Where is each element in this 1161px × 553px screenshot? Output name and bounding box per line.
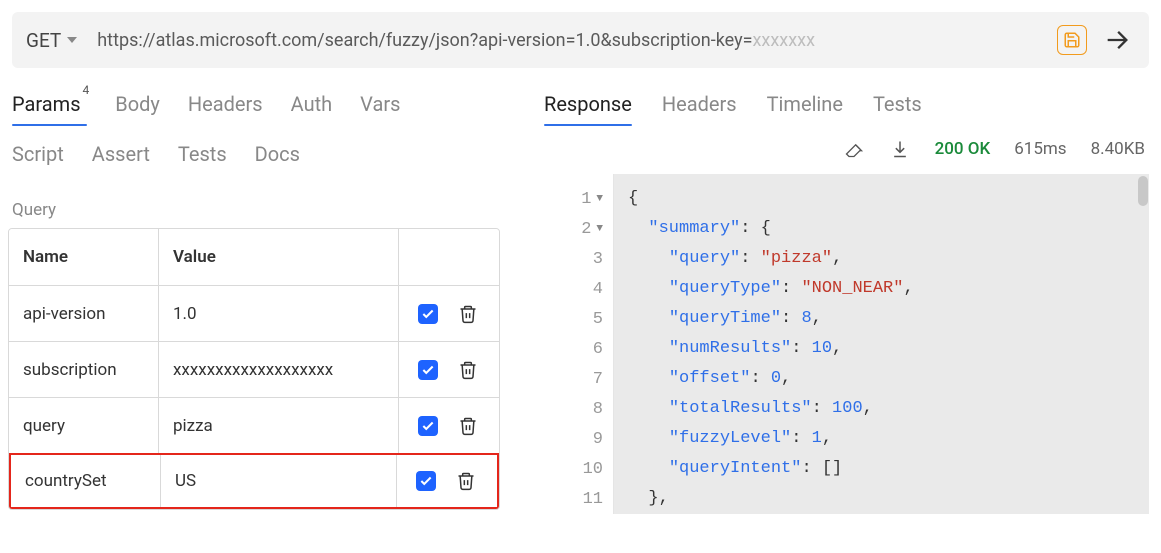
tab-docs[interactable]: Docs: [255, 142, 300, 174]
response-meta: 200 OK 615ms 8.40KB: [843, 138, 1145, 160]
header-value: Value: [159, 229, 399, 285]
method-selector[interactable]: GET: [26, 29, 85, 52]
response-panel: Response Headers Timeline Tests 200 OK 6…: [540, 92, 1161, 514]
arrow-right-icon: [1103, 26, 1131, 54]
response-json[interactable]: { "summary": { "query": "pizza", "queryT…: [614, 174, 1149, 514]
header-name: Name: [9, 229, 159, 285]
response-time: 615ms: [1014, 139, 1066, 159]
trash-icon: [456, 470, 476, 492]
param-table-header: Name Value: [9, 229, 499, 285]
param-name[interactable]: countrySet: [11, 455, 161, 507]
tab-auth[interactable]: Auth: [291, 92, 333, 124]
url-input[interactable]: https://atlas.microsoft.com/search/fuzzy…: [97, 30, 1045, 51]
param-enabled-checkbox[interactable]: [418, 416, 438, 436]
download-icon: [890, 139, 910, 159]
trash-icon: [458, 359, 478, 381]
response-tabs: Response Headers Timeline Tests: [540, 92, 1149, 124]
request-tabs-row2: Script Assert Tests Docs: [8, 142, 540, 174]
save-button[interactable]: [1057, 25, 1087, 55]
line-gutter: 1 ▼ 2 ▼ 3 4 5 6 7 8 9 10 11: [544, 174, 614, 514]
param-name[interactable]: subscription: [9, 342, 159, 397]
param-actions: [397, 455, 497, 507]
param-value[interactable]: US: [161, 455, 397, 507]
param-value[interactable]: 1.0: [159, 286, 399, 341]
status-badge: 200 OK: [935, 139, 991, 159]
request-tabs-row1: Params4 Body Headers Auth Vars: [8, 92, 540, 124]
tab-vars[interactable]: Vars: [360, 92, 400, 124]
param-actions: [399, 286, 499, 341]
query-section: Query Name Value api-version 1.0: [8, 200, 540, 510]
check-icon: [421, 307, 435, 321]
param-value[interactable]: xxxxxxxxxxxxxxxxxxx: [159, 342, 399, 397]
tab-assert[interactable]: Assert: [92, 142, 150, 174]
url-masked: xxxxxxx: [752, 30, 815, 51]
query-param-table: Name Value api-version 1.0: [8, 228, 500, 510]
query-section-label: Query: [8, 200, 500, 220]
param-enabled-checkbox[interactable]: [416, 471, 436, 491]
tab-tests[interactable]: Tests: [178, 142, 227, 174]
param-row-countryset: countrySet US: [9, 453, 499, 509]
param-actions: [399, 342, 499, 397]
tab-script[interactable]: Script: [12, 142, 64, 174]
check-icon: [419, 474, 433, 488]
param-name[interactable]: api-version: [9, 286, 159, 341]
param-enabled-checkbox[interactable]: [418, 304, 438, 324]
trash-icon: [458, 303, 478, 325]
param-row-subscription: subscription xxxxxxxxxxxxxxxxxxx: [9, 341, 499, 397]
param-name[interactable]: query: [9, 398, 159, 453]
tab-response-tests[interactable]: Tests: [873, 92, 922, 124]
method-label: GET: [26, 29, 61, 52]
response-size: 8.40KB: [1091, 139, 1145, 159]
trash-icon: [458, 415, 478, 437]
tab-body[interactable]: Body: [115, 92, 160, 124]
tab-response-headers[interactable]: Headers: [662, 92, 737, 124]
scrollbar-thumb[interactable]: [1138, 176, 1148, 206]
check-icon: [421, 363, 435, 377]
param-delete-button[interactable]: [456, 302, 480, 326]
param-enabled-checkbox[interactable]: [418, 360, 438, 380]
send-button[interactable]: [1099, 22, 1135, 58]
clear-response-button[interactable]: [843, 138, 865, 160]
tab-params[interactable]: Params4: [12, 92, 87, 124]
param-delete-button[interactable]: [454, 469, 478, 493]
check-icon: [421, 419, 435, 433]
param-row-api-version: api-version 1.0: [9, 285, 499, 341]
tab-response[interactable]: Response: [544, 92, 632, 124]
param-value[interactable]: pizza: [159, 398, 399, 453]
param-delete-button[interactable]: [456, 358, 480, 382]
scrollbar[interactable]: [1135, 174, 1149, 514]
fold-triangle-icon[interactable]: ▼: [596, 193, 603, 205]
chevron-down-icon: [67, 37, 77, 43]
tab-timeline[interactable]: Timeline: [767, 92, 843, 124]
request-url-bar: GET https://atlas.microsoft.com/search/f…: [12, 12, 1149, 68]
header-actions: [399, 229, 499, 285]
download-response-button[interactable]: [889, 138, 911, 160]
url-prefix: https://atlas.microsoft.com/search/fuzzy…: [97, 30, 752, 51]
save-icon: [1063, 31, 1081, 49]
fold-triangle-icon[interactable]: ▼: [596, 223, 603, 235]
response-body: 1 ▼ 2 ▼ 3 4 5 6 7 8 9 10 11 { "summary":…: [544, 174, 1149, 514]
param-delete-button[interactable]: [456, 414, 480, 438]
request-panel: Params4 Body Headers Auth Vars Script As…: [0, 92, 540, 514]
tab-headers[interactable]: Headers: [188, 92, 263, 124]
param-row-query: query pizza: [9, 397, 499, 453]
param-actions: [399, 398, 499, 453]
eraser-icon: [844, 139, 864, 159]
